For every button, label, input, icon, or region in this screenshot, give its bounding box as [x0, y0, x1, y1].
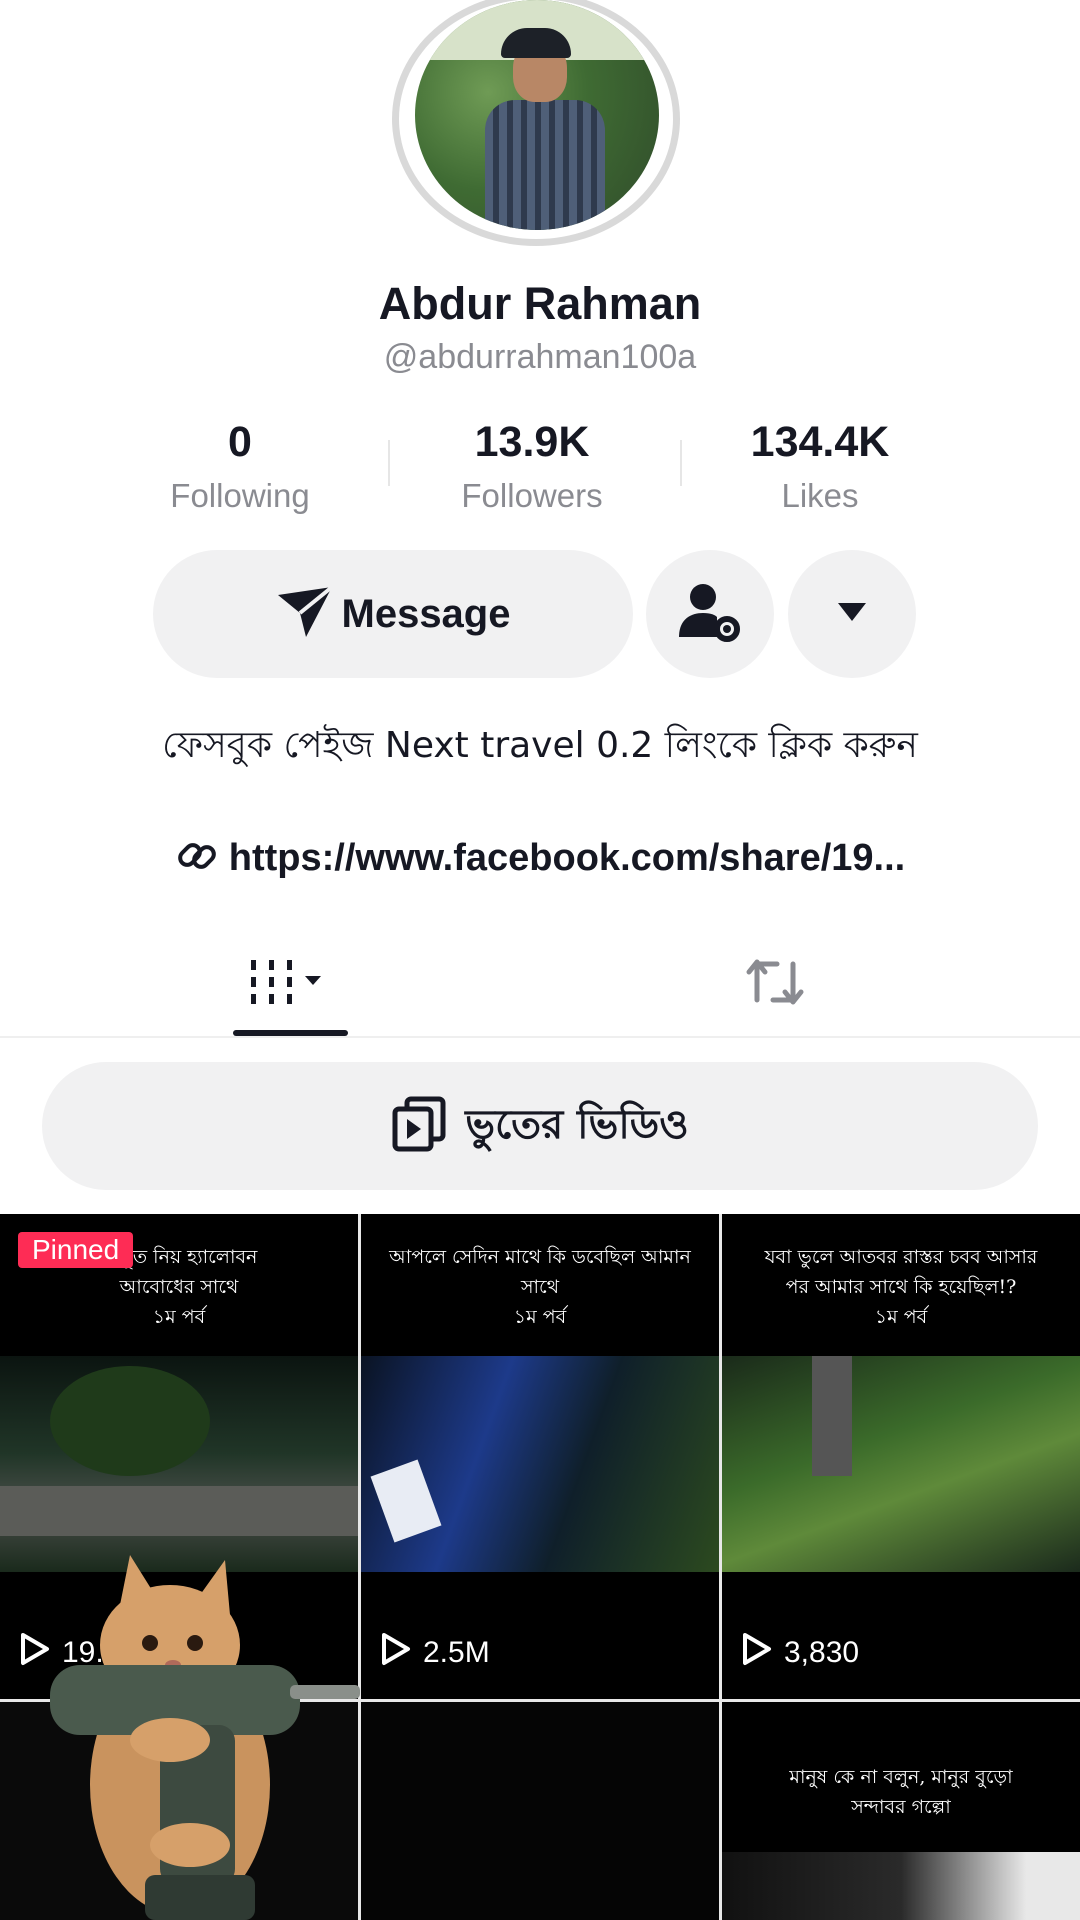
- following-count: 0: [228, 418, 252, 466]
- video-frame: [722, 1852, 1080, 1920]
- playlist-button[interactable]: ভুতের ভিডিও: [42, 1062, 1038, 1190]
- video-frame: [361, 1356, 719, 1572]
- message-button[interactable]: Message: [153, 550, 633, 678]
- link-url: https://www.facebook.com/share/19...: [228, 837, 906, 879]
- profile-name: Abdur Rahman: [378, 278, 702, 329]
- stat-divider: [680, 440, 682, 486]
- view-count: 3,830: [742, 1632, 859, 1674]
- message-label: Message: [341, 591, 511, 636]
- follow-settings-button[interactable]: [646, 550, 774, 678]
- active-tab-indicator: [233, 1030, 348, 1036]
- grid-icon: [245, 952, 335, 1017]
- caption-line: পর আমার সাথে কি হয়েছিল!?: [785, 1276, 1017, 1298]
- video-caption: আপলে সেদিন মাথে কি ডবেছিল আমান সাথে ১ম প…: [361, 1214, 719, 1356]
- avatar-cap: [501, 28, 571, 58]
- paper-plane-icon: [276, 584, 334, 644]
- view-count-text: 3,830: [784, 1636, 860, 1669]
- video-thumbnail[interactable]: যবা ভুলে আতবর রাস্তর চবব আসার পর আমার সা…: [722, 1214, 1080, 1699]
- link-icon: [175, 834, 219, 883]
- video-thumbnail[interactable]: মানুষ কে না বলুন, মানুর বুড়ো সন্দাবর গল…: [722, 1702, 1080, 1920]
- video-caption: যবা ভুলে আতবর রাস্তর চবব আসার পর আমার সা…: [722, 1214, 1080, 1356]
- caption-line: যবা ভুলে আতবর রাস্তর চবব আসার: [764, 1246, 1038, 1268]
- play-icon: [742, 1632, 772, 1674]
- video-thumbnail[interactable]: আপলে সেদিন মাথে কি ডবেছিল আমান সাথে ১ম প…: [361, 1214, 719, 1699]
- cat-drill-sticker: [40, 1535, 360, 1920]
- caption-line: ১ম পর্ব: [874, 1306, 928, 1328]
- avatar[interactable]: [415, 0, 659, 230]
- caption-line: আপলে সেদিন মাথে কি ডবেছিল আমান: [389, 1246, 691, 1268]
- pinned-badge: Pinned: [18, 1232, 134, 1268]
- video-caption: মানুষ কে না বলুন, মানুর বুড়ো সন্দাবর গল…: [722, 1702, 1080, 1852]
- stat-followers[interactable]: 13.9K Followers: [402, 418, 662, 515]
- caption-line: মানুষ কে না বলুন, মানুর বুড়ো: [789, 1766, 1013, 1788]
- bio-link[interactable]: https://www.facebook.com/share/19...: [0, 834, 1080, 883]
- likes-label: Likes: [781, 477, 859, 514]
- bio-text: ফেসবুক পেইজ Next travel 0.2 লিংকে ক্লিক …: [162, 725, 918, 766]
- avatar-shirt: [485, 100, 605, 230]
- caption-line: আবোধের সাথে: [119, 1276, 239, 1298]
- playlist-label: ভুতের ভিডিও: [465, 1101, 689, 1148]
- repost-icon: [743, 954, 807, 1015]
- following-label: Following: [170, 477, 310, 514]
- stat-divider: [388, 440, 390, 486]
- video-frame: [722, 1356, 1080, 1572]
- grid-divider: [719, 1214, 722, 1920]
- tab-videos[interactable]: [230, 930, 350, 1038]
- caret-down-icon: [836, 601, 868, 628]
- followers-count: 13.9K: [474, 418, 590, 466]
- tab-reposts[interactable]: [720, 930, 830, 1038]
- content-tabs: [0, 930, 1080, 1038]
- view-count-text: 2.5M: [423, 1636, 490, 1669]
- play-icon: [381, 1632, 411, 1674]
- playlist-icon: [391, 1095, 447, 1158]
- view-count: 2.5M: [381, 1632, 490, 1674]
- profile-handle: @abdurrahman100a: [383, 338, 697, 376]
- likes-count: 134.4K: [750, 418, 890, 466]
- caption-line: সন্দাবর গল্পো: [851, 1796, 951, 1818]
- stat-likes[interactable]: 134.4K Likes: [690, 418, 950, 515]
- caption-line: ১ম পর্ব: [152, 1306, 206, 1328]
- followers-label: Followers: [461, 477, 603, 514]
- stat-following[interactable]: 0 Following: [110, 418, 370, 515]
- more-button[interactable]: [788, 550, 916, 678]
- caption-line: সাথে: [521, 1276, 559, 1298]
- video-thumbnail[interactable]: [361, 1702, 719, 1920]
- caption-line: ১ম পর্ব: [513, 1306, 567, 1328]
- user-gear-icon: [675, 577, 745, 652]
